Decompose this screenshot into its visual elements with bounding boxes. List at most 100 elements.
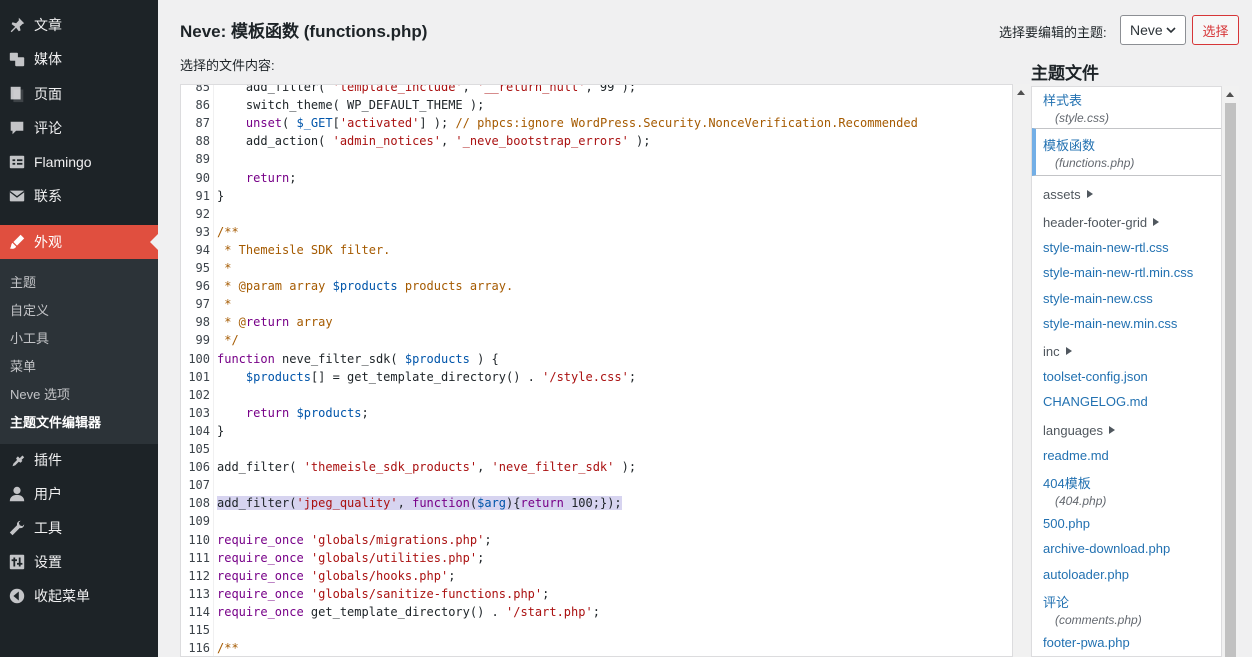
- code-line[interactable]: 89: [181, 150, 1012, 168]
- code-line[interactable]: 113 require_once 'globals/sanitize-functi…: [181, 585, 1012, 603]
- menu-item-collapse[interactable]: 收起菜单: [0, 579, 158, 613]
- line-number: 104: [188, 423, 210, 438]
- select-theme-button[interactable]: 选择: [1192, 15, 1239, 45]
- scroll-up-arrow-icon[interactable]: [1226, 92, 1234, 97]
- file-item[interactable]: 模板函数: [1043, 135, 1095, 154]
- folder-item[interactable]: assets: [1043, 187, 1093, 202]
- code-line[interactable]: 109: [181, 512, 1012, 530]
- code-line[interactable]: 98 * @return array: [181, 313, 1012, 331]
- folder-item[interactable]: inc: [1043, 344, 1072, 359]
- code-line[interactable]: 100 function neve_filter_sdk( $products )…: [181, 350, 1012, 368]
- file-item[interactable]: style-main-new-rtl.css: [1043, 240, 1169, 255]
- line-number: 90: [195, 170, 210, 185]
- theme-file-list: 样式表 (style.css) 模板函数 (functions.php) assets h…: [1031, 86, 1222, 657]
- submenu-item-menus[interactable]: 菜单: [10, 356, 36, 375]
- scroll-up-arrow-icon[interactable]: [1017, 90, 1025, 95]
- code-line[interactable]: 115: [181, 621, 1012, 639]
- line-number: 112: [188, 568, 210, 583]
- submenu-item-customize[interactable]: 自定义: [10, 300, 49, 319]
- file-item[interactable]: CHANGELOG.md: [1043, 394, 1148, 409]
- folder-item[interactable]: header-footer-grid: [1043, 215, 1160, 230]
- file-item[interactable]: style-main-new.min.css: [1043, 316, 1177, 331]
- menu-item-posts[interactable]: 文章: [0, 8, 158, 42]
- code-line[interactable]: 96 * @param array $products products arr…: [181, 277, 1012, 295]
- file-item[interactable]: toolset-config.json: [1043, 369, 1148, 384]
- code-line[interactable]: 108 add_filter('jpeg_quality', function($…: [181, 494, 1012, 512]
- file-name: autoloader.php: [1043, 567, 1130, 582]
- code-line[interactable]: 88 add_action( 'admin_notices', '_neve_b…: [181, 132, 1012, 150]
- editor-scrollbar[interactable]: [1013, 84, 1030, 657]
- submenu-item-themes[interactable]: 主题: [10, 272, 36, 291]
- file-item[interactable]: style-main-new.css: [1043, 291, 1153, 306]
- code-line[interactable]: 110 require_once 'globals/migrations.php'…: [181, 531, 1012, 549]
- user-icon: [0, 485, 34, 503]
- code-editor[interactable]: 85 add_filter( 'template_include', '__re…: [180, 84, 1013, 657]
- menu-item-comments[interactable]: 评论: [0, 111, 158, 145]
- scrollbar-thumb[interactable]: [1225, 103, 1236, 657]
- file-subtitle: (style.css): [1055, 111, 1109, 125]
- menu-item-pages[interactable]: 页面: [0, 77, 158, 111]
- folder-item[interactable]: languages: [1043, 423, 1115, 438]
- file-item[interactable]: autoloader.php: [1043, 567, 1129, 582]
- menu-item-flamingo[interactable]: Flamingo: [0, 145, 158, 179]
- submenu-item-theme-file-editor[interactable]: 主题文件编辑器: [10, 412, 101, 431]
- code-line[interactable]: 91}: [181, 187, 1012, 205]
- code-line[interactable]: 116 /**: [181, 639, 1012, 656]
- code-line[interactable]: 87 unset( $_GET['activated'] ); // phpcs…: [181, 114, 1012, 132]
- code-line[interactable]: 104}: [181, 422, 1012, 440]
- code-line[interactable]: 114 require_once get_template_directory()…: [181, 603, 1012, 621]
- theme-select[interactable]: Neve: [1120, 15, 1186, 45]
- line-number: 99: [195, 333, 210, 348]
- menu-item-plugins[interactable]: 插件: [0, 443, 158, 477]
- code-line[interactable]: 111 require_once 'globals/utilities.php';: [181, 549, 1012, 567]
- code-line[interactable]: 85 add_filter( 'template_include', '__re…: [181, 85, 1012, 96]
- code-line[interactable]: 97 *: [181, 295, 1012, 313]
- menu-item-contact[interactable]: 联系: [0, 179, 158, 213]
- page-icon: [0, 85, 34, 103]
- code-line[interactable]: 95 *: [181, 259, 1012, 277]
- menu-item-users[interactable]: 用户: [0, 477, 158, 511]
- line-number: 109: [188, 514, 210, 529]
- code-line[interactable]: 101 $products[] = get_template_directory…: [181, 368, 1012, 386]
- code-line[interactable]: 90 return;: [181, 169, 1012, 187]
- file-item[interactable]: 500.php: [1043, 516, 1090, 531]
- line-number: 98: [195, 315, 210, 330]
- file-item[interactable]: archive-download.php: [1043, 541, 1170, 556]
- menu-item-media[interactable]: 媒体: [0, 42, 158, 76]
- menu-item-settings[interactable]: 设置: [0, 545, 158, 579]
- code-line[interactable]: 92: [181, 205, 1012, 223]
- menu-item-tools[interactable]: 工具: [0, 511, 158, 545]
- line-number: 114: [188, 604, 210, 619]
- menu-item-appearance[interactable]: 外观: [0, 225, 158, 259]
- file-item[interactable]: 样式表: [1043, 90, 1082, 109]
- submenu-item-neve-options[interactable]: Neve 选项: [10, 384, 70, 403]
- menu-item-label: 文章: [34, 17, 62, 33]
- main-content: Neve: 模板函数 (functions.php) 选择要编辑的主题: Nev…: [158, 0, 1252, 657]
- line-number: 107: [188, 478, 210, 493]
- code-line[interactable]: 105: [181, 440, 1012, 458]
- line-number: 105: [188, 442, 210, 456]
- code-line[interactable]: 93 /**: [181, 223, 1012, 241]
- code-line[interactable]: 99 */: [181, 331, 1012, 349]
- code-line[interactable]: 103 return $products;: [181, 404, 1012, 422]
- file-item[interactable]: 404模板: [1043, 473, 1091, 492]
- code-line[interactable]: 107: [181, 476, 1012, 494]
- file-item[interactable]: footer-pwa.php: [1043, 635, 1130, 650]
- file-list-scrollbar[interactable]: [1222, 86, 1239, 657]
- file-item[interactable]: readme.md: [1043, 448, 1109, 463]
- code-line[interactable]: 94 * Themeisle SDK filter.: [181, 241, 1012, 259]
- line-number: 113: [188, 586, 210, 601]
- code-text: /**: [217, 641, 239, 656]
- file-name: style-main-new-rtl.css: [1043, 240, 1169, 255]
- code-line[interactable]: 112 require_once 'globals/hooks.php';: [181, 567, 1012, 585]
- menu-item-label: 联系: [34, 188, 62, 204]
- code-line[interactable]: 106 add_filter( 'themeisle_sdk_products',…: [181, 458, 1012, 476]
- code-text: add_filter('jpeg_quality', function($arg…: [217, 496, 622, 511]
- line-number: 108: [188, 496, 210, 511]
- code-line[interactable]: 86 switch_theme( WP_DEFAULT_THEME );: [181, 96, 1012, 114]
- file-item[interactable]: 评论: [1043, 592, 1069, 611]
- submenu-item-widgets[interactable]: 小工具: [10, 328, 49, 347]
- caret-right-icon: [1065, 347, 1072, 355]
- file-item[interactable]: style-main-new-rtl.min.css: [1043, 265, 1193, 280]
- code-line[interactable]: 102: [181, 386, 1012, 404]
